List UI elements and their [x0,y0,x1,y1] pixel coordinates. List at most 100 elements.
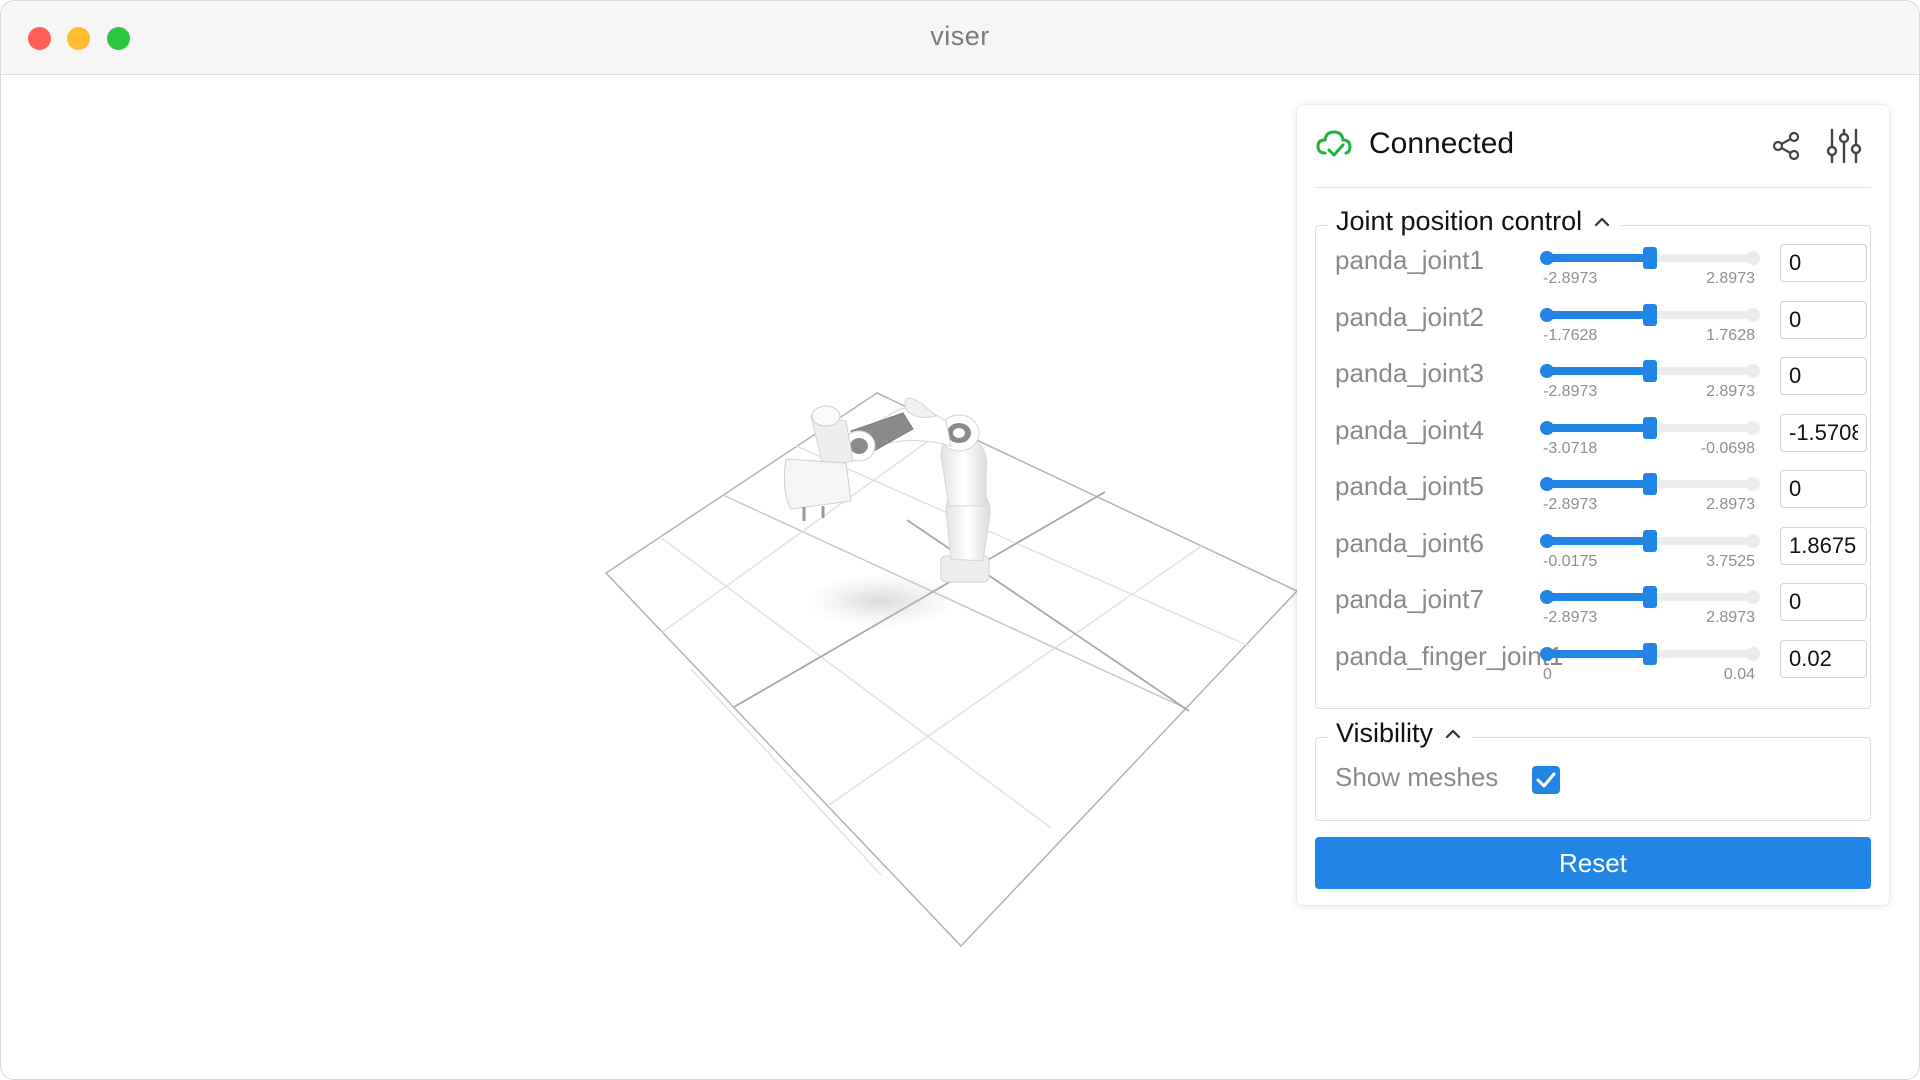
slider-fill [1545,310,1650,319]
slider-min-mark [1540,646,1554,661]
chevron-up-icon [1445,729,1461,738]
joint-row: panda_joint5 -2.8973 2.8973 [1316,462,1870,518]
joint-slider[interactable]: -2.8973 2.8973 [1540,473,1760,514]
joint-value-input[interactable] [1780,526,1867,565]
show-meshes-checkbox[interactable] [1532,766,1560,794]
joint-row: panda_joint1 -2.8973 2.8973 [1316,236,1870,292]
joint-slider[interactable]: -2.8973 2.8973 [1540,360,1760,401]
joint-value-input[interactable] [1780,413,1867,452]
slider-min-label: 0 [1543,665,1552,683]
visibility-section: Visibility Show meshes [1315,718,1871,821]
slider-max-mark [1746,420,1760,435]
joint-position-control-section: Joint position control panda_joint1 -2.89… [1315,206,1871,709]
joint-row: panda_joint4 -3.0718 -0.0698 [1316,406,1870,462]
joint-value-input[interactable] [1780,470,1867,508]
slider-min-label: -2.8973 [1543,496,1598,513]
robot-shadow [801,573,961,629]
slider-min-mark [1540,307,1554,322]
joint-value-input[interactable] [1780,583,1867,621]
slider-max-mark [1746,364,1760,378]
slider-max-label: 1.7628 [1706,326,1755,344]
slider-min-label: -0.0175 [1543,552,1598,570]
slider-fill [1545,536,1650,545]
slider-thumb[interactable] [1643,360,1657,382]
app-window: viser Connected Joint position control p… [0,0,1920,1080]
chevron-up-icon [1595,217,1610,226]
joint-label: panda_joint2 [1335,301,1484,332]
slider-thumb[interactable] [1643,529,1657,552]
window-title: viser [930,21,990,51]
joint-label: panda_joint7 [1335,584,1484,614]
slider-thumb[interactable] [1643,303,1657,326]
slider-min-label: -2.8973 [1543,383,1598,400]
control-panel: Connected Joint position control panda_j… [1297,105,1889,905]
slider-max-mark [1746,307,1760,322]
joint-label: panda_joint1 [1335,245,1484,275]
slider-min-mark [1540,420,1554,435]
slider-min-mark [1540,477,1554,491]
slider-min-label: -1.7628 [1543,326,1598,344]
joint-row: panda_joint7 -2.8973 2.8973 [1316,575,1870,631]
slider-max-label: 2.8973 [1706,383,1755,400]
share-icon[interactable] [1771,131,1801,161]
joint-label: panda_joint4 [1335,414,1484,445]
joint-position-control-toggle[interactable]: Joint position control [1328,206,1621,237]
slider-max-mark [1746,477,1760,491]
panda-robot-arm[interactable] [783,397,991,583]
panel-header: Connected [1315,105,1871,188]
reset-button[interactable]: Reset [1315,837,1871,889]
slider-min-mark [1540,590,1554,604]
slider-thumb[interactable] [1643,247,1657,269]
slider-min-mark [1540,533,1554,548]
slider-max-mark [1746,590,1760,604]
joint-slider[interactable]: -2.8973 2.8973 [1540,247,1760,288]
slider-min-label: -2.8973 [1543,609,1598,626]
visibility-title: Visibility [1336,718,1434,748]
slider-fill [1545,423,1650,432]
show-meshes-label: Show meshes [1335,762,1499,792]
joint-slider[interactable]: -0.0175 3.7525 [1540,529,1760,571]
joint-row: panda_joint6 -0.0175 3.7525 [1316,519,1870,575]
slider-max-mark [1746,533,1760,548]
slider-max-mark [1746,646,1760,661]
sliders-settings-icon[interactable] [1825,127,1863,165]
joint-label: panda_joint3 [1335,358,1484,388]
joint-label: panda_joint5 [1335,471,1484,501]
slider-max-label: 2.8973 [1706,270,1755,287]
joint-slider[interactable]: -2.8973 2.8973 [1540,586,1760,627]
joint-value-input[interactable] [1780,639,1867,678]
visibility-toggle[interactable]: Visibility [1328,718,1472,749]
joint-label: panda_joint6 [1335,527,1484,558]
slider-max-label: 2.8973 [1706,609,1755,626]
slider-fill [1545,593,1650,601]
slider-thumb[interactable] [1643,586,1657,608]
joint-value-input[interactable] [1780,357,1867,395]
slider-min-mark [1540,364,1554,378]
slider-fill [1545,649,1650,658]
slider-min-mark [1540,251,1554,265]
slider-max-mark [1746,251,1760,265]
cloud-check-icon [1316,130,1352,157]
slider-thumb[interactable] [1643,416,1657,439]
slider-max-label: -0.0698 [1700,439,1755,457]
joint-row: panda_joint3 -2.8973 2.8973 [1316,349,1870,405]
joint-row: panda_finger_joint1 0 0.04 [1316,632,1870,688]
connection-status: Connected [1369,127,1515,160]
slider-min-label: -3.0718 [1543,439,1598,457]
slider-min-label: -2.8973 [1543,270,1598,287]
slider-max-label: 0.04 [1723,665,1755,683]
slider-thumb[interactable] [1643,642,1657,665]
joint-label: panda_finger_joint1 [1335,640,1564,671]
joint-position-control-title: Joint position control [1336,206,1583,236]
joint-slider[interactable]: -3.0718 -0.0698 [1540,416,1760,458]
slider-fill [1545,480,1650,488]
slider-max-label: 2.8973 [1706,496,1755,513]
slider-thumb[interactable] [1643,473,1657,495]
joint-value-input[interactable] [1780,300,1867,339]
check-icon [1536,772,1556,788]
joint-row: panda_joint2 -1.7628 1.7628 [1316,293,1870,349]
joint-slider[interactable]: -1.7628 1.7628 [1540,303,1760,345]
joint-slider[interactable]: 0 0.04 [1540,642,1760,684]
joint-value-input[interactable] [1780,244,1867,282]
slider-fill [1545,254,1650,262]
